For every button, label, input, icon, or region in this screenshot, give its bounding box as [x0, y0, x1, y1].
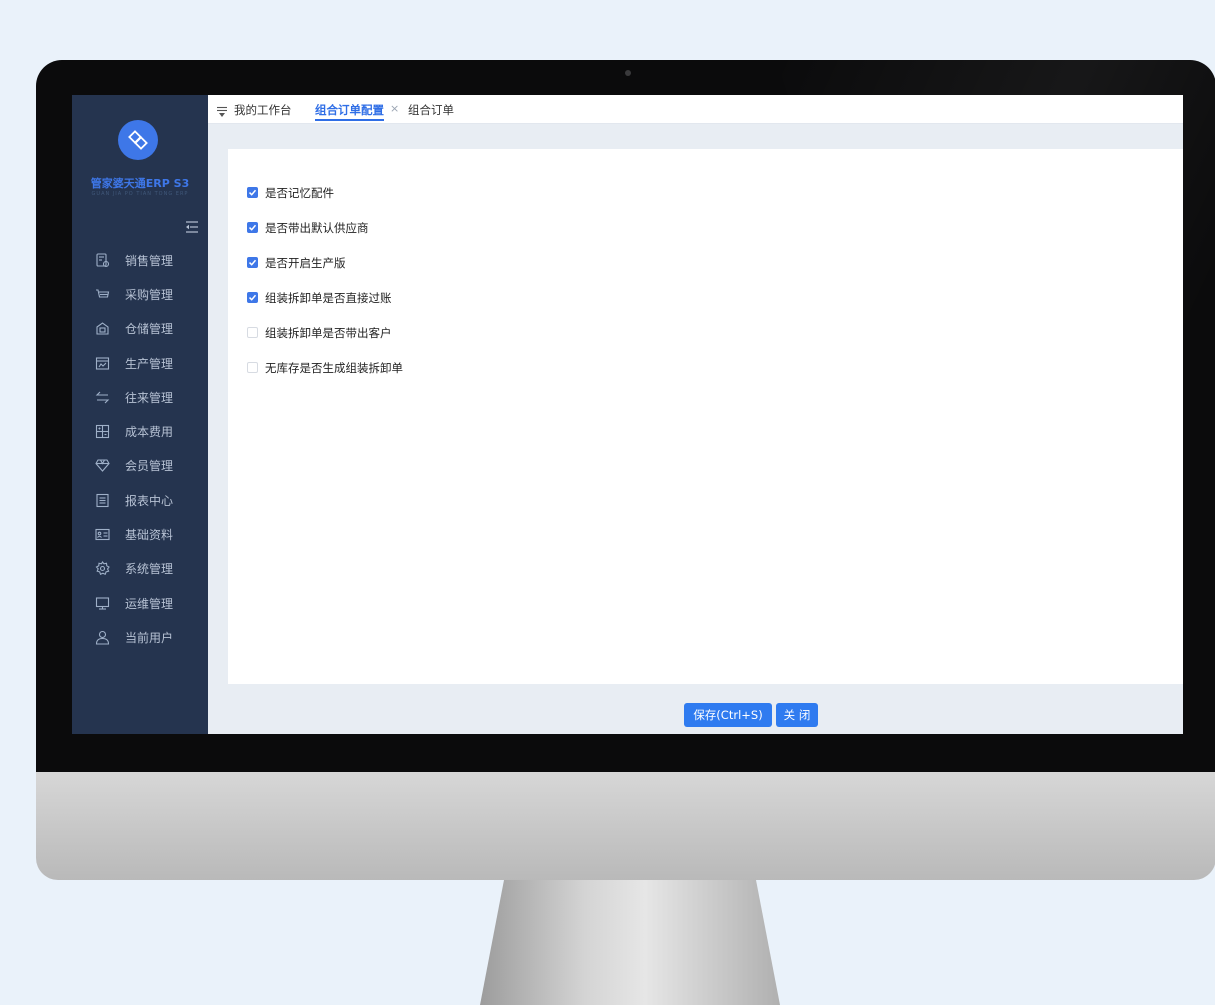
- brand-name: 管家婆天通ERP S3: [90, 177, 190, 190]
- options-list: 是否记忆配件是否带出默认供应商 是否开启生产版组装拆卸单是否直接过账 组装拆卸单是否…: [247, 175, 403, 385]
- checkbox-unchecked[interactable]: [247, 327, 258, 338]
- sidebar-item-label: 生产管理: [125, 356, 174, 371]
- logo-icon: [118, 120, 158, 160]
- sidebar-item-label: 报表中心: [125, 493, 174, 508]
- brand-subtitle: GUAN JIA PO TIAN TONG ERP: [91, 191, 189, 197]
- sidebar-item-ops[interactable]: 运维管理: [72, 586, 208, 620]
- sidebar-item-current-user[interactable]: 当前用户: [72, 620, 208, 654]
- check-icon: [248, 189, 257, 196]
- option-label: 是否记忆配件: [265, 185, 334, 200]
- option-label: 是否带出默认供应商: [265, 220, 369, 235]
- sidebar-item-purchase[interactable]: 采购管理: [72, 277, 208, 311]
- collapse-menu-icon[interactable]: [185, 218, 199, 237]
- user-icon: [94, 629, 110, 645]
- tab-combo-order-config[interactable]: 组合订单配置: [315, 102, 384, 121]
- sidebar-item-label: 成本费用: [125, 425, 174, 440]
- option-row[interactable]: 无库存是否生成组装拆卸单: [247, 350, 403, 385]
- gear-icon: [94, 561, 110, 577]
- check-icon: [248, 224, 257, 231]
- checkbox-checked[interactable]: [247, 292, 258, 303]
- sidebar-item-basic-data[interactable]: 基础资料: [72, 517, 208, 551]
- sidebar-item-label: 仓储管理: [125, 322, 174, 337]
- option-label: 组装拆卸单是否带出客户: [265, 325, 392, 340]
- sales-doc-icon: [94, 252, 110, 268]
- id-card-icon: [94, 527, 110, 543]
- option-row[interactable]: 是否带出默认供应商: [247, 210, 403, 245]
- sidebar-item-label: 往来管理: [125, 390, 174, 405]
- checkbox-checked[interactable]: [247, 187, 258, 198]
- checkbox-checked[interactable]: [247, 257, 258, 268]
- monitor-camera: [625, 70, 631, 76]
- sidebar-item-label: 基础资料: [125, 528, 174, 543]
- check-icon: [248, 259, 257, 266]
- option-row[interactable]: 是否记忆配件: [247, 175, 403, 210]
- tab-combo-order[interactable]: 组合订单: [408, 102, 454, 118]
- option-row[interactable]: 组装拆卸单是否带出客户: [247, 315, 403, 350]
- sidebar-item-label: 运维管理: [125, 596, 174, 611]
- option-label: 无库存是否生成组装拆卸单: [265, 360, 403, 375]
- sidebar-item-accounts[interactable]: 往来管理: [72, 380, 208, 414]
- option-row[interactable]: 组装拆卸单是否直接过账: [247, 280, 403, 315]
- monitor-chin: [36, 772, 1215, 880]
- sidebar-menu: 销售管理 采购管理 仓储管理 生产管理 往来管理 成本费用 会员管理 报表中心 …: [72, 243, 208, 655]
- tab-my-workbench[interactable]: 我的工作台: [234, 102, 292, 118]
- checkbox-unchecked[interactable]: [247, 362, 258, 373]
- app-screen: 管家婆天通ERP S3 GUAN JIA PO TIAN TONG ERP 销售…: [72, 95, 1183, 734]
- warehouse-icon: [94, 321, 110, 337]
- sidebar-item-sales[interactable]: 销售管理: [72, 243, 208, 277]
- tab-label: 组合订单配置: [315, 103, 384, 117]
- sidebar-item-member[interactable]: 会员管理: [72, 449, 208, 483]
- save-button[interactable]: 保存(Ctrl+S): [684, 703, 772, 727]
- tab-close-icon[interactable]: ×: [390, 102, 399, 115]
- option-label: 是否开启生产版: [265, 255, 346, 270]
- monitor-stand: [480, 880, 780, 1005]
- check-icon: [248, 294, 257, 301]
- tab-bar: 我的工作台 组合订单配置 × 组合订单: [208, 95, 1183, 124]
- cart-icon: [94, 286, 110, 302]
- calculator-icon: [94, 424, 110, 440]
- diamond-icon: [94, 458, 110, 474]
- sidebar-item-label: 销售管理: [125, 253, 174, 268]
- sidebar: 管家婆天通ERP S3 GUAN JIA PO TIAN TONG ERP 销售…: [72, 95, 208, 734]
- report-icon: [94, 492, 110, 508]
- exchange-arrows-icon: [94, 389, 110, 405]
- sidebar-item-label: 系统管理: [125, 562, 174, 577]
- sidebar-item-cost[interactable]: 成本费用: [72, 414, 208, 448]
- sidebar-item-reports[interactable]: 报表中心: [72, 483, 208, 517]
- sidebar-item-label: 会员管理: [125, 459, 174, 474]
- option-label: 组装拆卸单是否直接过账: [265, 290, 392, 305]
- sidebar-item-label: 采购管理: [125, 287, 174, 302]
- sidebar-item-system[interactable]: 系统管理: [72, 552, 208, 586]
- checkbox-checked[interactable]: [247, 222, 258, 233]
- tab-menu-icon[interactable]: [216, 103, 228, 122]
- sidebar-item-production[interactable]: 生产管理: [72, 346, 208, 380]
- monitor-icon: [94, 595, 110, 611]
- close-button[interactable]: 关 闭: [776, 703, 818, 727]
- footer-toolbar: 保存(Ctrl+S) 关 闭: [208, 700, 1183, 734]
- settings-panel: 是否记忆配件是否带出默认供应商 是否开启生产版组装拆卸单是否直接过账 组装拆卸单是否…: [228, 149, 1183, 684]
- option-row[interactable]: 是否开启生产版: [247, 245, 403, 280]
- sidebar-item-warehouse[interactable]: 仓储管理: [72, 312, 208, 346]
- sidebar-item-label: 当前用户: [125, 630, 174, 645]
- factory-icon: [94, 355, 110, 371]
